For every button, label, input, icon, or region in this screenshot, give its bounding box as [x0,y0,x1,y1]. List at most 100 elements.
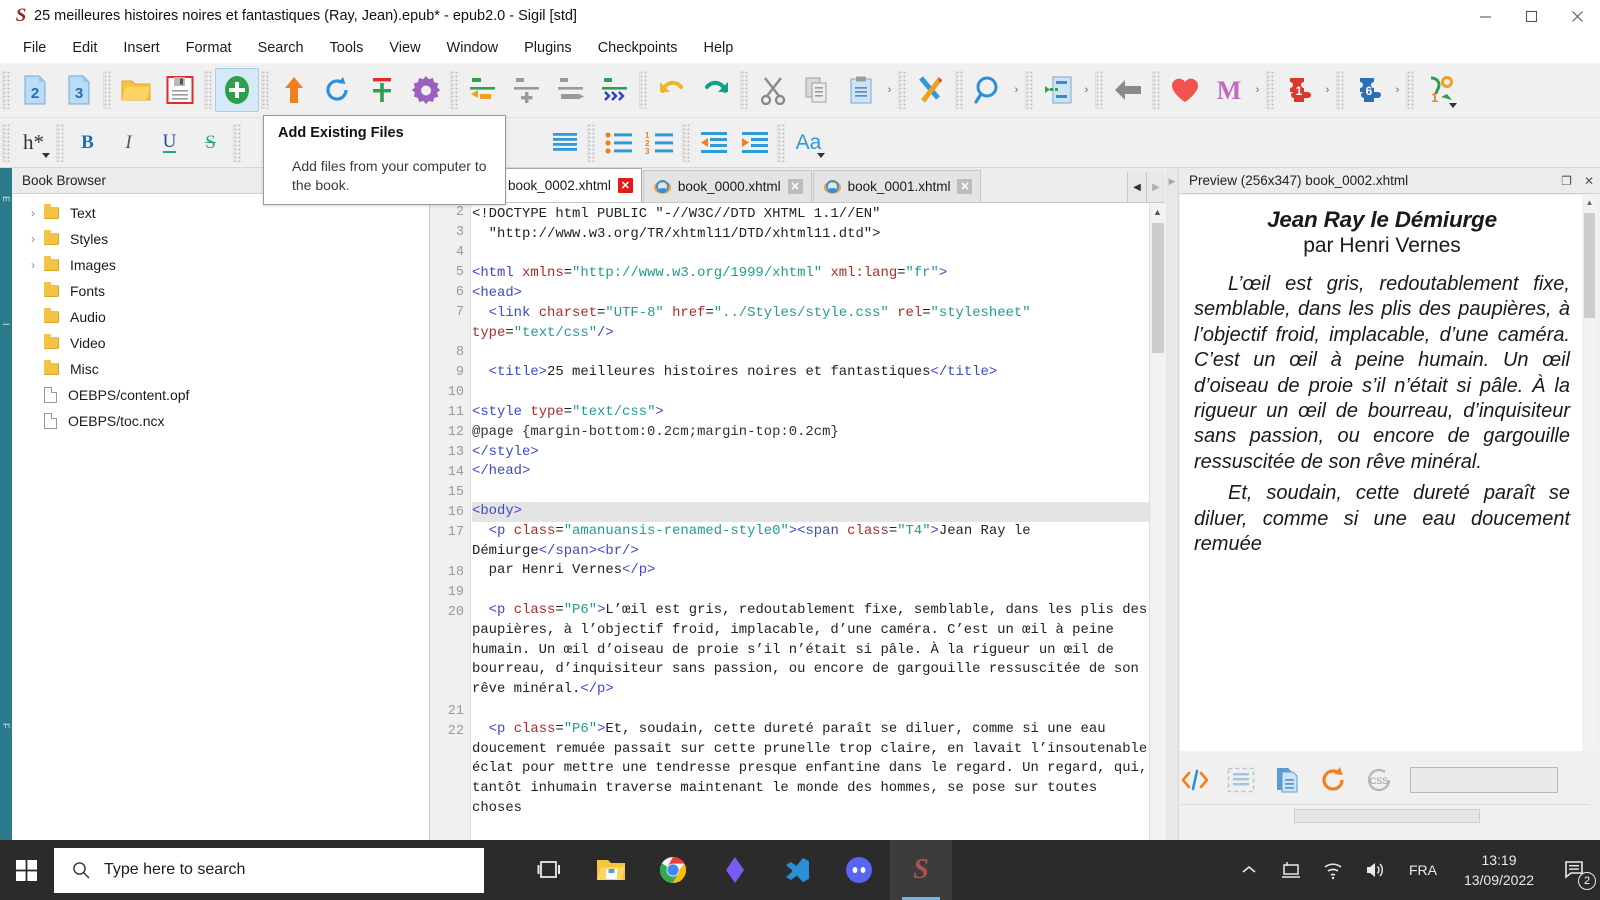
epub3-icon[interactable]: 3 [57,68,101,112]
back-arrow-icon[interactable] [1106,68,1150,112]
tree-item-styles[interactable]: › Styles [12,226,429,252]
split-at-cursor-icon[interactable] [461,68,505,112]
numbered-list-button[interactable]: 123 [639,124,680,162]
menu-help[interactable]: Help [690,36,746,60]
heading-caret-icon[interactable] [42,152,50,158]
code-line[interactable]: par Henri Vernes</p> [472,561,1149,581]
cut-icon[interactable] [751,68,795,112]
change-case-button[interactable]: Aa [788,124,829,162]
code-line[interactable] [472,700,1149,720]
toolbar-grip[interactable] [261,71,270,109]
underline-button[interactable]: U [149,124,190,162]
plugin6-overflow-dropdown[interactable]: › [1391,68,1404,112]
code-line[interactable] [472,344,1149,364]
tree-item-toc-ncx[interactable]: OEBPS/toc.ncx [12,408,429,434]
start-button[interactable] [0,840,54,900]
toolbar-grip[interactable] [587,123,596,162]
code-line[interactable]: @page {margin-bottom:0.2cm;margin-top:0.… [472,423,1149,443]
code-text[interactable]: <!DOCTYPE html PUBLIC "-//W3C//DTD XHTML… [472,203,1149,840]
code-line[interactable]: <p class="amanuansis-renamed-style0"><sp… [472,522,1149,562]
find-overflow-dropdown[interactable]: › [1010,68,1023,112]
menu-file[interactable]: File [10,36,59,60]
tab-scroll-right-button[interactable]: ▶ [1146,172,1165,202]
twisty-icon[interactable]: › [22,232,44,246]
scroll-up-arrow-icon[interactable]: ▲ [1582,195,1597,210]
chrome-icon[interactable] [642,840,704,900]
float-icon[interactable]: ❐ [1561,174,1572,188]
minimize-button[interactable] [1462,0,1508,33]
vscode-icon[interactable] [766,840,828,900]
unity-hub-icon[interactable] [704,840,766,900]
merge-icon[interactable] [549,68,593,112]
code-line[interactable]: "http://www.w3.org/TR/xhtml11/DTD/xhtml1… [472,225,1149,245]
toolbar-grip[interactable] [103,71,112,109]
menu-checkpoints[interactable]: Checkpoints [585,36,691,60]
bullet-list-button[interactable] [598,124,639,162]
code-line[interactable]: </head> [472,462,1149,482]
close-icon[interactable]: ✕ [617,178,633,193]
increase-indent-button[interactable] [734,124,775,162]
code-line[interactable]: <html xmlns="http://www.w3.org/1999/xhtm… [472,264,1149,284]
align-justify-button[interactable] [544,124,585,162]
taskbar-search-box[interactable]: Type here to search [54,847,484,893]
task-view-icon[interactable] [518,840,580,900]
left-dock-label-i[interactable]: I [1,323,11,326]
paste-icon[interactable] [839,68,883,112]
twisty-icon[interactable]: › [22,258,44,272]
toolbar-grip[interactable] [1336,71,1345,109]
plugin-tools-icon[interactable]: 1 [1417,68,1461,112]
editor-vertical-scrollbar[interactable]: ▲ [1149,203,1165,840]
plugin1-overflow-dropdown[interactable]: › [1321,68,1334,112]
toc-overflow-dropdown[interactable]: › [1080,68,1093,112]
menu-search[interactable]: Search [245,36,317,60]
tab-scroll-left-button[interactable]: ◀ [1127,172,1146,202]
reload-preview-icon[interactable] [1318,765,1348,795]
code-line[interactable]: <p class="P6">L’œil est gris, redoutable… [472,601,1149,700]
tree-item-content-opf[interactable]: OEBPS/content.opf [12,382,429,408]
scroll-up-arrow-icon[interactable]: ▲ [1150,203,1165,220]
toolbar-grip[interactable] [2,123,11,162]
code-line[interactable]: <style type="text/css"> [472,403,1149,423]
toolbar-grip[interactable] [777,123,786,162]
toolbar-grip[interactable] [450,71,459,109]
code-line[interactable]: <link charset="UTF-8" href="../Styles/st… [472,304,1149,344]
menu-format[interactable]: Format [173,36,245,60]
italic-button[interactable]: I [108,124,149,162]
wifi-icon[interactable] [1312,840,1354,900]
volume-icon[interactable] [1354,840,1396,900]
scrollbar-thumb[interactable] [1584,213,1595,318]
menu-view[interactable]: View [376,36,433,60]
code-line[interactable] [472,482,1149,502]
plugin-1-icon[interactable]: 1 [1277,68,1321,112]
tree-item-misc[interactable]: Misc [12,356,429,382]
left-dock-strip[interactable]: E I F [0,168,12,840]
toolbar-grip[interactable] [898,71,907,109]
strikethrough-button[interactable]: S [190,124,231,162]
open-folder-icon[interactable] [114,68,158,112]
clock[interactable]: 13:19 13/09/2022 [1450,850,1548,891]
undo-icon[interactable] [650,68,694,112]
scrollbar-thumb[interactable] [1152,223,1164,353]
preview-path-input[interactable] [1410,767,1558,793]
tree-item-video[interactable]: Video [12,330,429,356]
bold-button[interactable]: B [67,124,108,162]
sigil-icon[interactable]: S [890,840,952,900]
preview-vertical-scrollbar[interactable]: ▲ [1582,195,1597,751]
generate-toc-icon[interactable] [1036,68,1080,112]
epub2-icon[interactable]: 2 [13,68,57,112]
close-icon[interactable]: ✕ [787,179,803,194]
toolbar-grip[interactable] [56,123,65,162]
toolbar-grip[interactable] [740,71,749,109]
tab-book-0001[interactable]: book_0001.xhtml ✕ [812,170,982,202]
code-line[interactable]: </style> [472,443,1149,463]
code-line[interactable]: <head> [472,284,1149,304]
css-inspect-icon[interactable]: CSS [1364,765,1394,795]
preferences-gear-icon[interactable] [404,68,448,112]
left-dock-label-f[interactable]: F [1,723,11,729]
preview-left-nav[interactable]: ▶ [1166,168,1179,840]
plugin-6-icon[interactable]: 6 [1347,68,1391,112]
notification-center-button[interactable]: 2 [1548,840,1600,900]
redo-icon[interactable] [694,68,738,112]
reload-icon[interactable] [316,68,360,112]
toolbar-grip[interactable] [1095,71,1104,109]
